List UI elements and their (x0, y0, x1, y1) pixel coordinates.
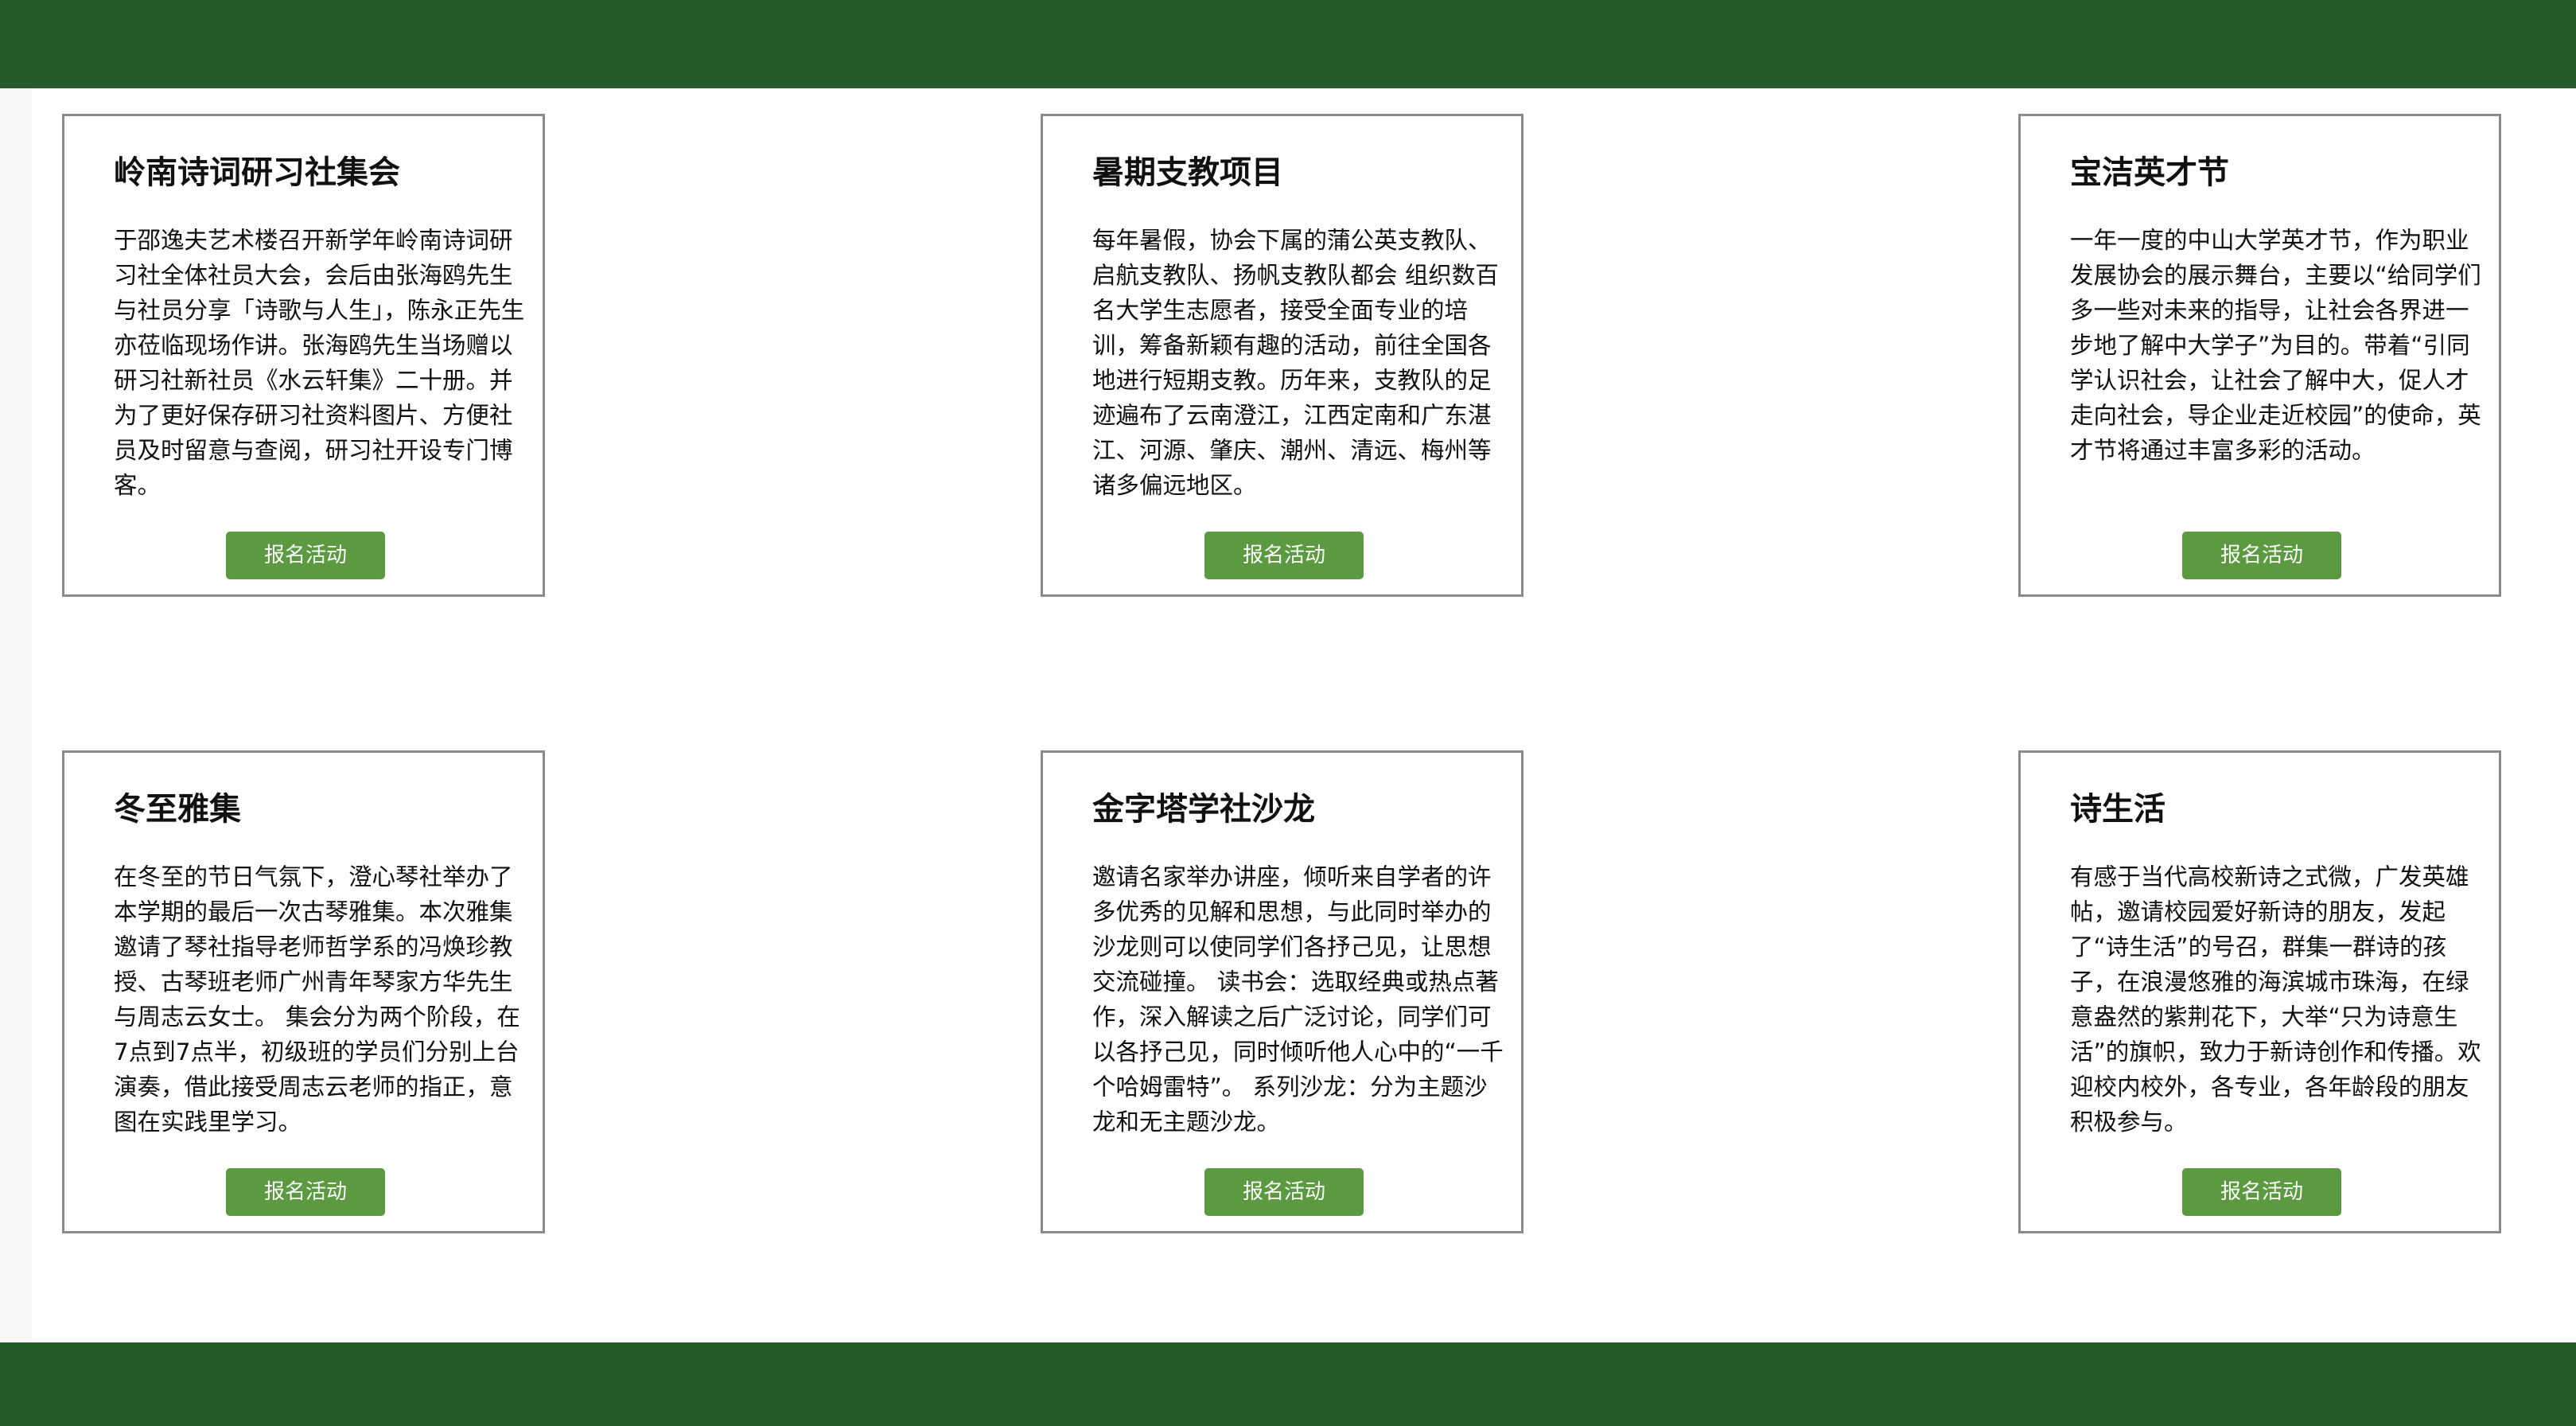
activity-description: 有感于当代高校新诗之式微，广发英雄帖，邀请校园爱好新诗的朋友，发起了“诗生活”的… (2070, 863, 2481, 1136)
activity-card: 暑期支教项目 每年暑假，协会下属的蒲公英支教队、启航支教队、扬帆支教队都会 组织… (1041, 114, 1523, 597)
signup-button[interactable]: 报名活动 (1204, 1168, 1364, 1216)
activity-card: 诗生活 有感于当代高校新诗之式微，广发英雄帖，邀请校园爱好新诗的朋友，发起了“诗… (2018, 750, 2501, 1233)
header-bar (0, 0, 2576, 88)
activity-title: 冬至雅集 (114, 791, 241, 828)
activity-title: 暑期支教项目 (1092, 154, 1283, 191)
activity-card: 岭南诗词研习社集会 于邵逸夫艺术楼召开新学年岭南诗词研习社全体社员大会，会后由张… (62, 114, 545, 597)
activity-title: 金字塔学社沙龙 (1092, 791, 1315, 828)
activity-description: 一年一度的中山大学英才节，作为职业发展协会的展示舞台，主要以“给同学们多一些对未… (2070, 227, 2481, 464)
signup-button[interactable]: 报名活动 (2182, 532, 2341, 579)
activity-card: 宝洁英才节 一年一度的中山大学英才节，作为职业发展协会的展示舞台，主要以“给同学… (2018, 114, 2501, 597)
activity-card: 冬至雅集 在冬至的节日气氛下，澄心琴社举办了本学期的最后一次古琴雅集。本次雅集邀… (62, 750, 545, 1233)
activity-card: 金字塔学社沙龙 邀请名家举办讲座，倾听来自学者的许多优秀的见解和思想，与此同时举… (1041, 750, 1523, 1233)
activity-title: 诗生活 (2070, 791, 2165, 828)
signup-button[interactable]: 报名活动 (1204, 532, 1364, 579)
signup-button[interactable]: 报名活动 (226, 1168, 385, 1216)
page-gutter (0, 88, 32, 1342)
signup-button[interactable]: 报名活动 (2182, 1168, 2341, 1216)
activity-title: 岭南诗词研习社集会 (114, 154, 400, 191)
activity-description: 邀请名家举办讲座，倾听来自学者的许多优秀的见解和思想，与此同时举办的沙龙则可以使… (1092, 863, 1504, 1136)
footer-bar (0, 1342, 2576, 1426)
activity-description: 在冬至的节日气氛下，澄心琴社举办了本学期的最后一次古琴雅集。本次雅集邀请了琴社指… (114, 863, 520, 1136)
signup-button[interactable]: 报名活动 (226, 532, 385, 579)
activity-description: 每年暑假，协会下属的蒲公英支教队、启航支教队、扬帆支教队都会 组织数百名大学生志… (1092, 227, 1499, 499)
activity-title: 宝洁英才节 (2070, 154, 2229, 191)
activity-description: 于邵逸夫艺术楼召开新学年岭南诗词研习社全体社员大会，会后由张海鸥先生与社员分享「… (114, 227, 525, 499)
